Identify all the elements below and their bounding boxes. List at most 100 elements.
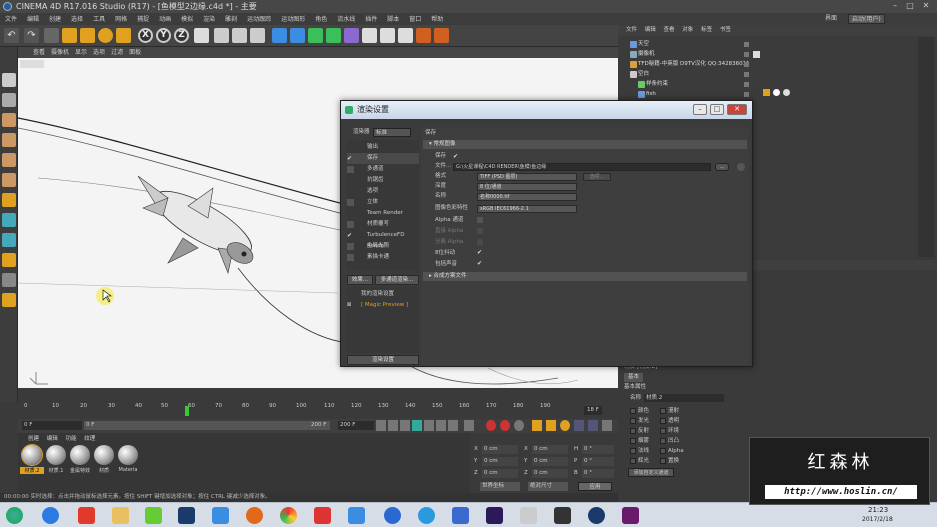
- app-icon[interactable]: [520, 507, 537, 524]
- app-icon[interactable]: [145, 507, 162, 524]
- render-setting-button[interactable]: 渲染设置: [347, 355, 419, 365]
- param-key-icon[interactable]: [574, 420, 584, 431]
- format-select[interactable]: TIFF (PSD 图层): [477, 173, 577, 181]
- undo-icon[interactable]: ↶: [4, 28, 19, 43]
- coord-position-x[interactable]: 0 cm: [482, 445, 518, 454]
- python-generator-icon[interactable]: [416, 28, 431, 43]
- setting-item[interactable]: 输出: [347, 142, 419, 153]
- setting-item[interactable]: 素描卡通: [347, 252, 419, 263]
- alpha-channel-checkbox[interactable]: [477, 217, 483, 223]
- close-icon[interactable]: ✕: [919, 1, 933, 11]
- points-mode-icon[interactable]: [2, 133, 16, 147]
- object-menu-item[interactable]: 标签: [701, 27, 712, 33]
- channel-checkbox[interactable]: 透明: [660, 417, 679, 425]
- app-icon[interactable]: [554, 507, 571, 524]
- end-frame-field[interactable]: 200 F: [338, 421, 374, 430]
- snap-icon[interactable]: [2, 233, 16, 247]
- material-menu-item[interactable]: 功能: [66, 436, 77, 442]
- edges-mode-icon[interactable]: [2, 153, 16, 167]
- setting-item[interactable]: ✔ TurbulenceFD Rende: [347, 230, 419, 249]
- include-sound-checkbox[interactable]: ✔: [477, 260, 484, 267]
- array-icon[interactable]: [326, 28, 341, 43]
- z-axis-icon[interactable]: Z: [174, 28, 189, 43]
- setting-item[interactable]: 选项: [347, 186, 419, 197]
- coord-rotation-h[interactable]: 0 °: [582, 445, 614, 454]
- setting-item[interactable]: Team Render: [347, 208, 419, 219]
- live-select-icon[interactable]: [44, 28, 59, 43]
- rotate-icon[interactable]: [98, 28, 113, 43]
- material-menu-item[interactable]: 创建: [28, 436, 39, 442]
- material-tag-icon[interactable]: [783, 89, 790, 96]
- visibility-dot-icon[interactable]: [744, 52, 749, 57]
- recent-tool-icon[interactable]: [116, 28, 131, 43]
- dither-checkbox[interactable]: ✔: [477, 249, 484, 256]
- app-icon[interactable]: [314, 507, 331, 524]
- renderer-select[interactable]: 标准: [373, 128, 411, 137]
- coord-rotation-p[interactable]: 0 °: [582, 457, 614, 466]
- magnet-icon[interactable]: [2, 293, 16, 307]
- object-menu-item[interactable]: 文件: [626, 27, 637, 33]
- file-label[interactable]: 文件...: [435, 162, 451, 171]
- object-menu-item[interactable]: 编辑: [645, 27, 656, 33]
- start-frame-field[interactable]: 0 F: [22, 421, 82, 430]
- current-frame-field[interactable]: 18 F: [584, 406, 602, 415]
- timeline-playhead[interactable]: [185, 406, 189, 416]
- object-row[interactable]: fish: [622, 89, 656, 99]
- preview-range-bar[interactable]: 0 F: [84, 421, 330, 430]
- channel-checkbox[interactable]: 发光: [630, 417, 649, 425]
- object-row[interactable]: 天空: [622, 39, 649, 49]
- material-swatch[interactable]: [70, 445, 90, 465]
- dialog-close-button[interactable]: ✕: [727, 104, 747, 115]
- channel-checkbox[interactable]: 凹凸: [660, 437, 679, 445]
- material-tag-icon[interactable]: [773, 89, 780, 96]
- setting-item[interactable]: 多通道: [347, 164, 419, 175]
- dialog-maximize-button[interactable]: □: [710, 104, 724, 115]
- viewport-menu-item[interactable]: 面板: [126, 47, 144, 58]
- setting-item[interactable]: 抗锯齿: [347, 175, 419, 186]
- viewport-menu-item[interactable]: 查看: [30, 47, 48, 58]
- channel-checkbox[interactable]: 辉光: [630, 457, 649, 465]
- visibility-dot-icon[interactable]: [744, 72, 749, 77]
- redo-icon[interactable]: ↷: [24, 28, 39, 43]
- coordinate-system-icon[interactable]: [194, 28, 209, 43]
- preset-item[interactable]: 我的渲染设置: [347, 289, 419, 300]
- manager-tab-strip[interactable]: [918, 37, 934, 257]
- locked-workplane-icon[interactable]: [2, 253, 16, 267]
- scale-icon[interactable]: [80, 28, 95, 43]
- render-picture-viewer-icon[interactable]: [232, 28, 247, 43]
- coord-position-z[interactable]: 0 cm: [482, 469, 518, 478]
- pen-spline-icon[interactable]: [290, 28, 305, 43]
- channel-checkbox[interactable]: 法线: [630, 447, 649, 455]
- enable-axis-icon[interactable]: [2, 193, 16, 207]
- setting-item[interactable]: 全局光照: [347, 241, 419, 252]
- material-swatch[interactable]: [94, 445, 114, 465]
- layout-select[interactable]: 启动(用户): [848, 14, 885, 24]
- depth-select[interactable]: 8 位/通道: [477, 183, 577, 191]
- app-icon[interactable]: [384, 507, 401, 524]
- start-button-icon[interactable]: [6, 507, 23, 524]
- object-menu-item[interactable]: 对象: [682, 27, 693, 33]
- material-menu-item[interactable]: 纹理: [84, 436, 95, 442]
- coord-size-z[interactable]: 0 cm: [532, 469, 568, 478]
- visibility-dot-icon[interactable]: [744, 92, 749, 97]
- viewport-menu-item[interactable]: 摄像机: [48, 47, 72, 58]
- cube-icon[interactable]: [272, 28, 287, 43]
- viewport-menu-item[interactable]: 过滤: [108, 47, 126, 58]
- viewport-menu-item[interactable]: 选项: [90, 47, 108, 58]
- goto-start-icon[interactable]: [376, 420, 386, 431]
- deformer-icon[interactable]: [344, 28, 359, 43]
- prev-key-icon[interactable]: [388, 420, 398, 431]
- app-icon[interactable]: [622, 507, 639, 524]
- setting-item[interactable]: 材质覆写: [347, 219, 419, 230]
- render-view-icon[interactable]: [214, 28, 229, 43]
- file-explorer-icon[interactable]: [112, 507, 129, 524]
- regular-image-section[interactable]: ▾ 常规图像: [423, 140, 747, 149]
- coord-size-x[interactable]: 0 cm: [532, 445, 568, 454]
- basic-tab[interactable]: 基本: [624, 373, 644, 382]
- loop-icon[interactable]: [464, 420, 474, 431]
- save-checkbox[interactable]: ✔: [453, 153, 460, 160]
- separate-alpha-checkbox[interactable]: [477, 239, 483, 245]
- material-swatch[interactable]: [118, 445, 138, 465]
- dialog-minimize-button[interactable]: –: [693, 104, 707, 115]
- object-menu-item[interactable]: 查看: [664, 27, 675, 33]
